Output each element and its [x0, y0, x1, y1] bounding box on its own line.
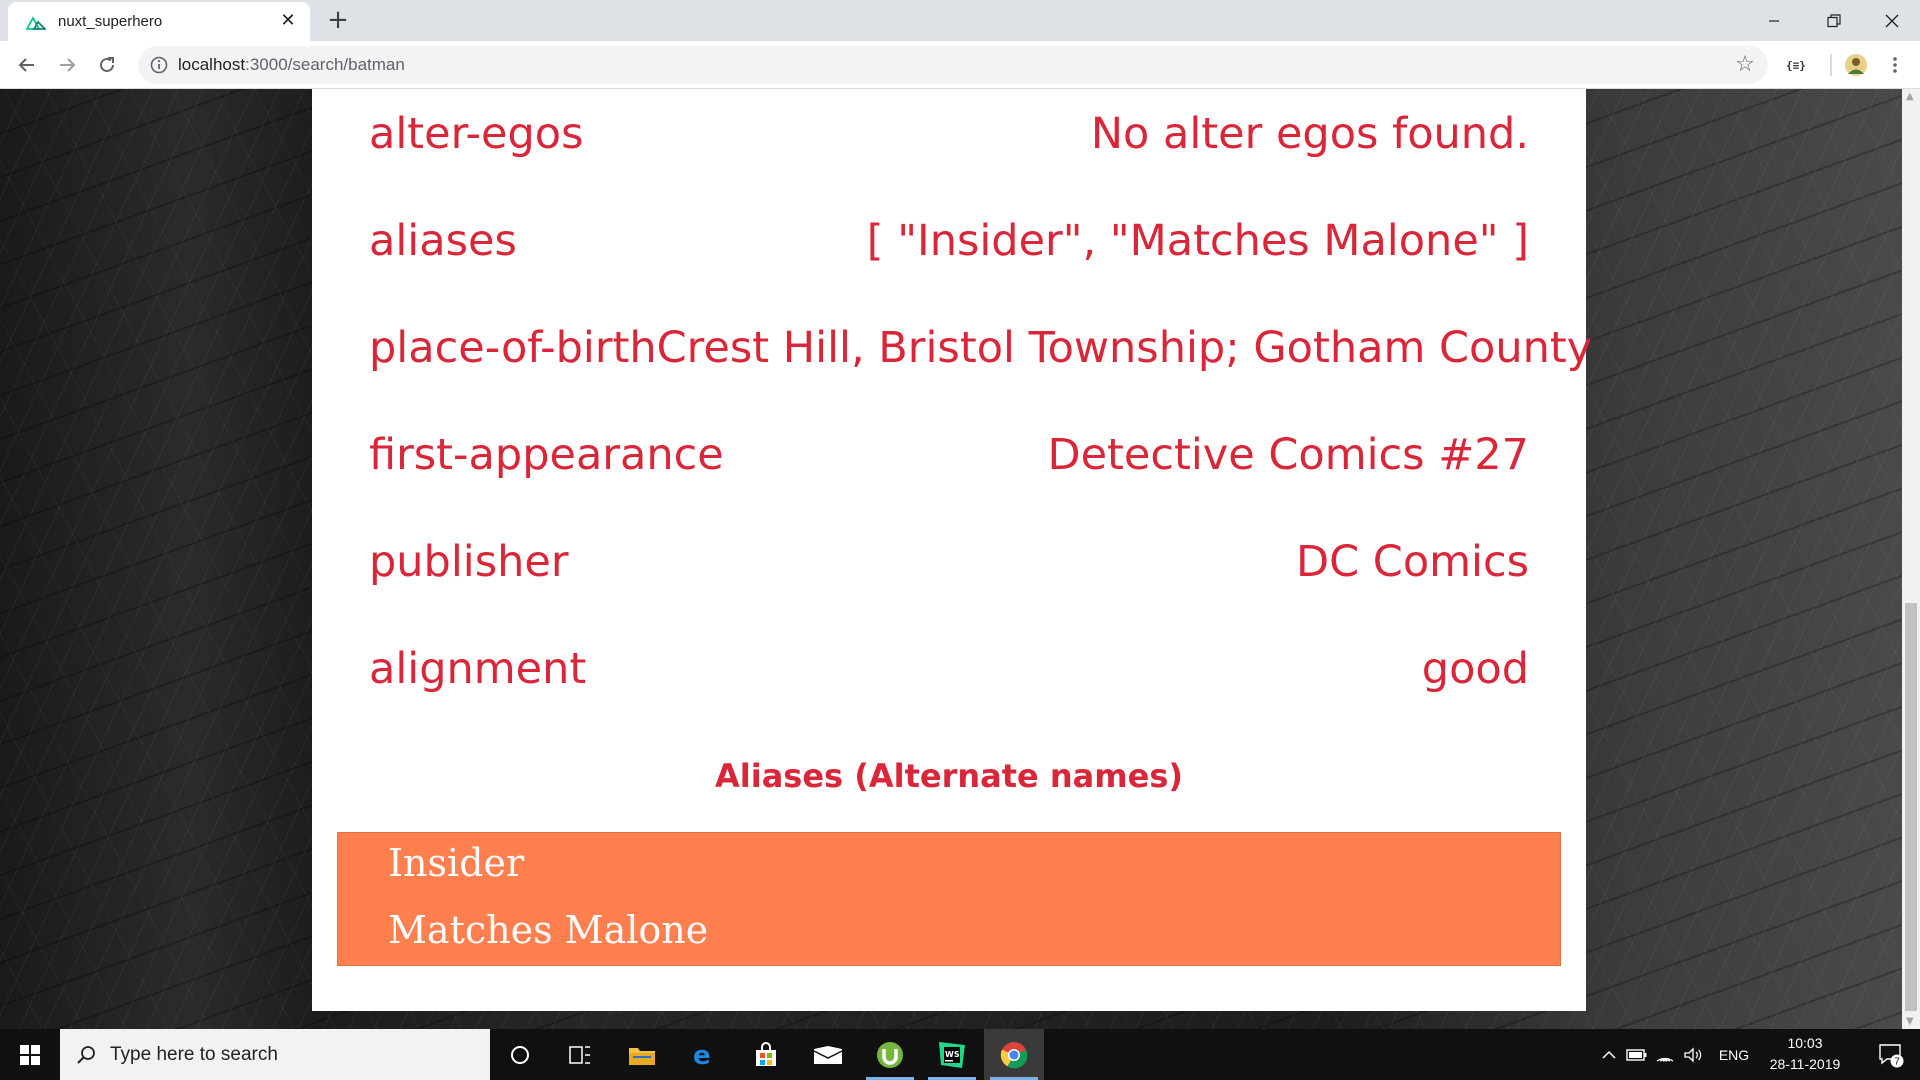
reload-button[interactable] — [92, 50, 122, 80]
detail-row-publisher: publisher DC Comics — [369, 527, 1529, 597]
detail-row-place-of-birth: place-of-birth Crest Hill, Bristol Towns… — [369, 313, 1592, 383]
detail-key: first-appearance — [369, 430, 724, 480]
new-tab-button[interactable]: + — [324, 6, 352, 34]
hero-details-card: alter-egos No alter egos found. aliases … — [312, 89, 1592, 1011]
close-window-button[interactable] — [1864, 0, 1920, 41]
task-view-icon[interactable] — [550, 1029, 610, 1080]
url-text[interactable]: localhost:3000/search/batman — [178, 55, 405, 75]
svg-text:WS: WS — [945, 1050, 960, 1059]
clock-date: 28-11-2019 — [1769, 1056, 1841, 1072]
wifi-icon[interactable] — [1652, 1029, 1678, 1080]
input-language[interactable]: ENG — [1714, 1029, 1754, 1080]
clock-time: 10:03 — [1787, 1035, 1823, 1051]
restore-button[interactable] — [1806, 0, 1862, 41]
detail-value: good — [1421, 644, 1529, 694]
notification-count: 7 — [1894, 1056, 1900, 1067]
detail-key: alter-egos — [369, 109, 584, 159]
address-bar[interactable]: localhost:3000/search/batman ☆ — [138, 46, 1768, 84]
back-button[interactable] — [12, 50, 42, 80]
edge-icon[interactable]: e — [674, 1029, 734, 1080]
minimize-button[interactable] — [1746, 0, 1802, 41]
mail-icon[interactable] — [798, 1029, 858, 1080]
detail-row-alignment: alignment good — [369, 634, 1529, 704]
windows-taskbar: Type here to search e WS ENG 10:03 28-11… — [0, 1029, 1920, 1080]
chrome-icon[interactable] — [984, 1029, 1044, 1080]
detail-value: DC Comics — [1295, 537, 1529, 587]
taskbar-clock[interactable]: 10:03 28-11-2019 — [1755, 1033, 1855, 1075]
nuxt-logo-icon — [26, 12, 46, 32]
aliases-list: Insider Matches Malone — [337, 832, 1561, 966]
browser-menu-icon[interactable] — [1880, 50, 1910, 80]
detail-row-first-appearance: first-appearance Detective Comics #27 — [369, 420, 1529, 490]
close-tab-icon[interactable]: ✕ — [278, 11, 298, 31]
profile-avatar[interactable] — [1840, 50, 1872, 80]
utorrent-icon[interactable] — [860, 1029, 920, 1080]
tab-strip: nuxt_superhero ✕ + — [0, 0, 1920, 41]
detail-value: No alter egos found. — [1090, 109, 1529, 159]
detail-value: Crest Hill, Bristol Township; Gotham Cou… — [656, 323, 1593, 373]
windows-start-button[interactable] — [0, 1029, 60, 1080]
scroll-up-arrow-icon[interactable]: ▲ — [1906, 91, 1914, 102]
page-scrollbar[interactable]: ▲ ▼ — [1902, 89, 1920, 1029]
detail-value: [ "Insider", "Matches Malone" ] — [866, 216, 1529, 266]
detail-value: Detective Comics #27 — [1047, 430, 1529, 480]
action-center-icon[interactable]: 7 — [1866, 1029, 1916, 1080]
detail-key: alignment — [369, 644, 587, 694]
url-path: :3000/search/batman — [245, 55, 405, 74]
toolbar-divider — [1830, 54, 1832, 76]
detail-row-alter-egos: alter-egos No alter egos found. — [369, 99, 1529, 169]
cortana-icon[interactable] — [490, 1029, 550, 1080]
detail-key: place-of-birth — [369, 323, 657, 373]
alias-item: Matches Malone — [388, 908, 709, 952]
battery-icon[interactable] — [1624, 1029, 1650, 1080]
bookmark-star-icon[interactable]: ☆ — [1732, 52, 1758, 78]
tab-title: nuxt_superhero — [58, 13, 163, 30]
search-icon — [76, 1045, 96, 1065]
json-extension-icon[interactable]: {≡} — [1780, 50, 1814, 80]
url-host: localhost — [178, 55, 246, 74]
browser-toolbar: localhost:3000/search/batman ☆ {≡} — [0, 41, 1920, 89]
detail-row-aliases: aliases [ "Insider", "Matches Malone" ] — [369, 206, 1529, 276]
page-viewport: alter-egos No alter egos found. aliases … — [0, 89, 1902, 1029]
file-explorer-icon[interactable] — [612, 1029, 672, 1080]
scroll-down-arrow-icon[interactable]: ▼ — [1906, 1016, 1914, 1027]
browser-tab[interactable]: nuxt_superhero ✕ — [8, 2, 310, 41]
scrollbar-thumb[interactable] — [1905, 603, 1917, 1011]
show-hidden-icons-chevron-icon[interactable] — [1598, 1029, 1620, 1080]
taskbar-search-box[interactable]: Type here to search — [60, 1029, 490, 1080]
store-icon[interactable] — [736, 1029, 796, 1080]
webstorm-icon[interactable]: WS — [922, 1029, 982, 1080]
info-icon[interactable] — [150, 56, 168, 74]
detail-key: aliases — [369, 216, 517, 266]
taskbar-search-placeholder: Type here to search — [110, 1043, 278, 1065]
alias-item: Insider — [388, 841, 525, 885]
aliases-heading: Aliases (Alternate names) — [715, 757, 1183, 795]
volume-icon[interactable] — [1680, 1029, 1706, 1080]
detail-key: publisher — [369, 537, 569, 587]
svg-text:e: e — [693, 1042, 711, 1068]
svg-text:{≡}: {≡} — [1786, 59, 1806, 72]
forward-button[interactable] — [52, 50, 82, 80]
